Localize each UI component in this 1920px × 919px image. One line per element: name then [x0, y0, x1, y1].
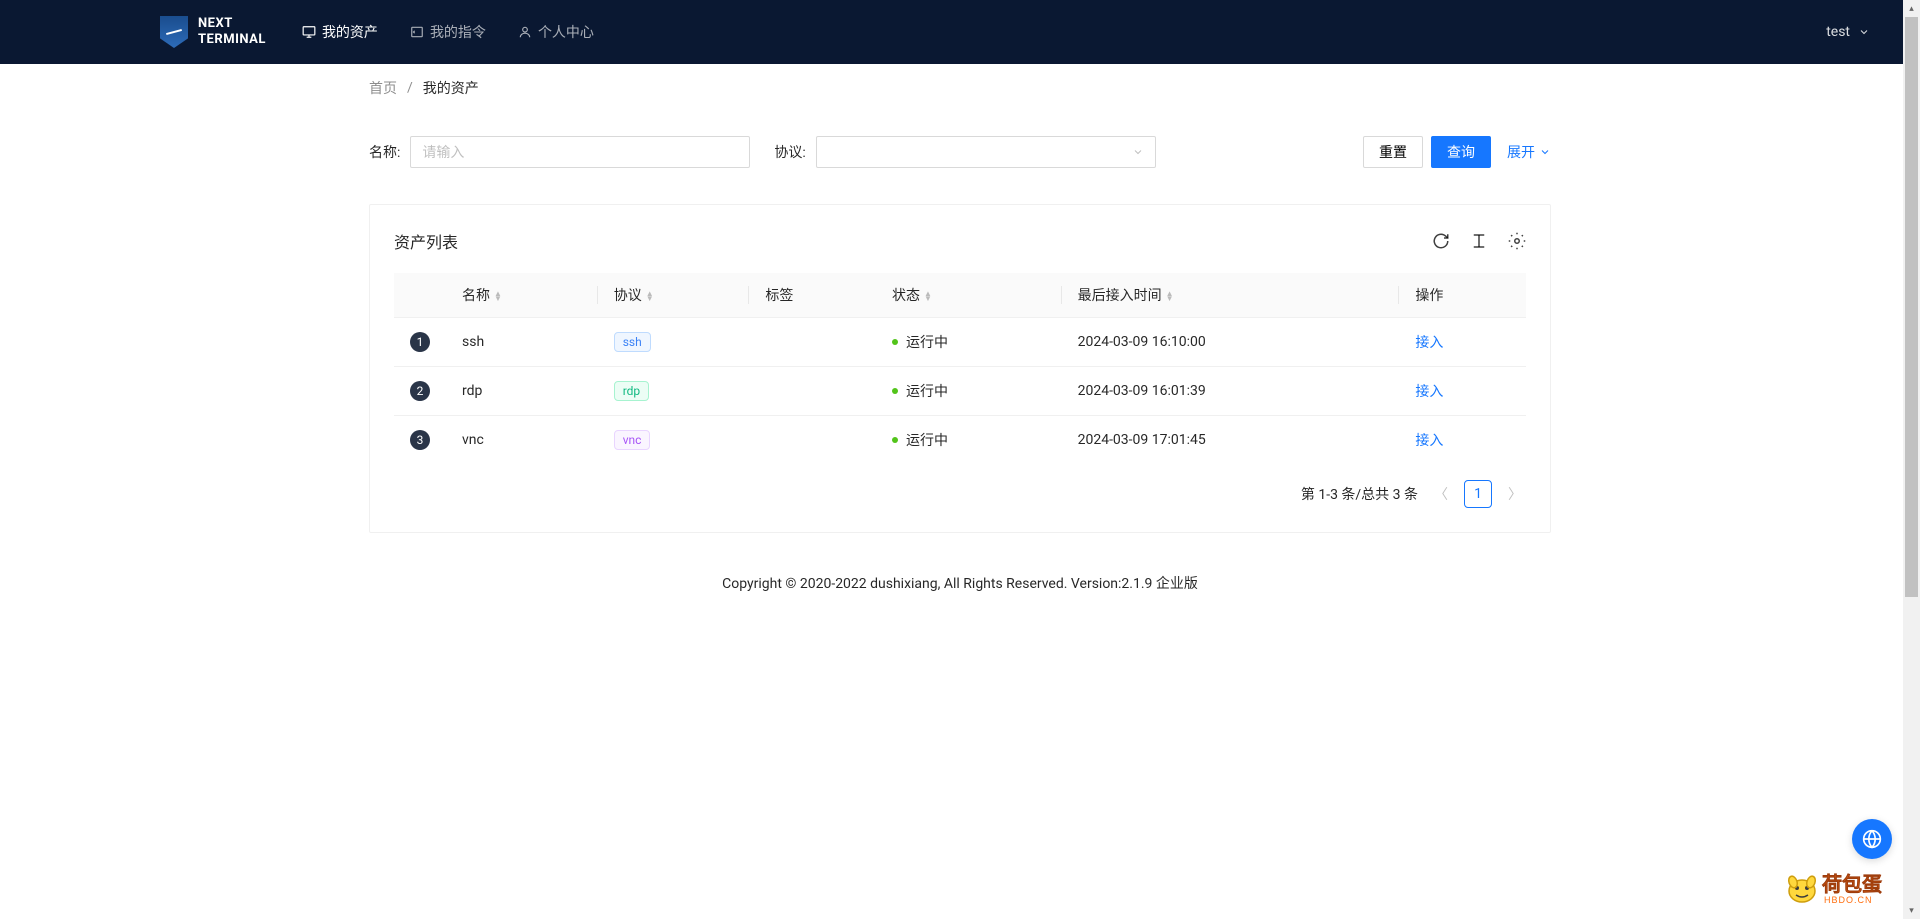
- nav-label: 我的指令: [430, 22, 486, 42]
- cell-tags: [749, 416, 876, 465]
- table-section: 资产列表 名称▲▼ 协议▲▼ 标签 状态▲▼ 最后接入时间▲▼ 操作: [369, 204, 1551, 533]
- logo[interactable]: NEXT TERMINAL: [160, 16, 266, 48]
- status-dot-icon: [892, 388, 898, 394]
- cell-name: vnc: [446, 416, 598, 465]
- cell-time: 2024-03-09 17:01:45: [1062, 416, 1400, 465]
- col-name[interactable]: 名称▲▼: [446, 273, 598, 318]
- status-cell: 运行中: [892, 430, 1046, 450]
- protocol-tag: vnc: [614, 430, 651, 450]
- chevron-down-icon: [1132, 146, 1144, 158]
- language-button[interactable]: [1852, 819, 1892, 859]
- column-height-icon[interactable]: [1470, 232, 1488, 250]
- user-menu[interactable]: test: [1826, 24, 1870, 40]
- name-input[interactable]: [410, 136, 750, 168]
- breadcrumb-separator: /: [407, 80, 413, 96]
- desktop-icon: [302, 25, 316, 39]
- connect-link[interactable]: 接入: [1415, 433, 1443, 449]
- nav-label: 个人中心: [538, 22, 594, 42]
- scrollbar[interactable]: ▴ ▾: [1903, 0, 1920, 919]
- chevron-down-icon: [1539, 146, 1551, 158]
- cell-tags: [749, 318, 876, 367]
- name-filter-label: 名称:: [369, 142, 400, 162]
- status-cell: 运行中: [892, 332, 1046, 352]
- row-index: 1: [410, 332, 430, 352]
- table-row: 2 rdp rdp 运行中 2024-03-09 16:01:39 接入: [394, 367, 1526, 416]
- col-protocol[interactable]: 协议▲▼: [598, 273, 750, 318]
- col-last-access[interactable]: 最后接入时间▲▼: [1062, 273, 1400, 318]
- nav-item-commands[interactable]: 我的指令: [398, 0, 498, 64]
- col-status[interactable]: 状态▲▼: [876, 273, 1062, 318]
- pagination: 第 1-3 条/总共 3 条 〈 1 〉: [394, 480, 1526, 508]
- connect-link[interactable]: 接入: [1415, 335, 1443, 351]
- table-row: 3 vnc vnc 运行中 2024-03-09 17:01:45 接入: [394, 416, 1526, 465]
- col-tags: 标签: [749, 273, 876, 318]
- breadcrumb-home[interactable]: 首页: [369, 78, 397, 98]
- status-cell: 运行中: [892, 381, 1046, 401]
- breadcrumb: 首页 / 我的资产: [369, 64, 1551, 112]
- scrollbar-thumb[interactable]: [1905, 17, 1918, 597]
- cell-name: rdp: [446, 367, 598, 416]
- protocol-tag: ssh: [614, 332, 651, 352]
- row-index: 2: [410, 381, 430, 401]
- protocol-filter-label: 协议:: [774, 142, 805, 162]
- cell-time: 2024-03-09 16:01:39: [1062, 367, 1400, 416]
- page-number[interactable]: 1: [1464, 480, 1492, 508]
- table-row: 1 ssh ssh 运行中 2024-03-09 16:10:00 接入: [394, 318, 1526, 367]
- logo-text: NEXT TERMINAL: [198, 16, 266, 47]
- nav-menu: 我的资产 我的指令 个人中心: [290, 0, 606, 64]
- status-dot-icon: [892, 339, 898, 345]
- cell-name: ssh: [446, 318, 598, 367]
- nav-label: 我的资产: [322, 22, 378, 42]
- nav-item-profile[interactable]: 个人中心: [506, 0, 606, 64]
- nav-item-assets[interactable]: 我的资产: [290, 0, 390, 64]
- scroll-down-icon[interactable]: ▾: [1903, 902, 1920, 919]
- globe-icon: [1862, 829, 1882, 849]
- watermark: 荷包蛋 HBDO.CN: [1782, 869, 1912, 913]
- page-prev[interactable]: 〈: [1430, 484, 1452, 504]
- expand-toggle[interactable]: 展开: [1507, 142, 1551, 162]
- table-title: 资产列表: [394, 229, 458, 253]
- breadcrumb-current: 我的资产: [423, 78, 479, 98]
- pagination-summary: 第 1-3 条/总共 3 条: [1301, 484, 1418, 504]
- expand-label: 展开: [1507, 142, 1535, 162]
- row-index: 3: [410, 430, 430, 450]
- code-icon: [410, 25, 424, 39]
- connect-link[interactable]: 接入: [1415, 384, 1443, 400]
- status-dot-icon: [892, 437, 898, 443]
- cell-time: 2024-03-09 16:10:00: [1062, 318, 1400, 367]
- page-next[interactable]: 〉: [1504, 484, 1526, 504]
- cell-tags: [749, 367, 876, 416]
- user-icon: [518, 25, 532, 39]
- query-button[interactable]: 查询: [1431, 136, 1491, 168]
- protocol-select[interactable]: [816, 136, 1156, 168]
- refresh-icon[interactable]: [1432, 232, 1450, 250]
- svg-text:荷包蛋: 荷包蛋: [1822, 872, 1882, 896]
- chevron-down-icon: [1858, 26, 1870, 38]
- scroll-up-icon[interactable]: ▴: [1903, 0, 1920, 17]
- app-header: NEXT TERMINAL 我的资产 我的指令 个人中心 test: [0, 0, 1920, 64]
- protocol-tag: rdp: [614, 381, 649, 401]
- col-action: 操作: [1399, 273, 1526, 318]
- reset-button[interactable]: 重置: [1363, 136, 1423, 168]
- assets-table: 名称▲▼ 协议▲▼ 标签 状态▲▼ 最后接入时间▲▼ 操作 1 ssh ssh …: [394, 273, 1526, 464]
- footer: Copyright © 2020-2022 dushixiang, All Ri…: [0, 533, 1920, 613]
- username: test: [1826, 24, 1850, 40]
- svg-text:HBDO.CN: HBDO.CN: [1824, 895, 1873, 905]
- logo-icon: [160, 16, 188, 48]
- settings-icon[interactable]: [1508, 232, 1526, 250]
- filter-bar: 名称: 协议: 重置 查询 展开: [369, 112, 1551, 184]
